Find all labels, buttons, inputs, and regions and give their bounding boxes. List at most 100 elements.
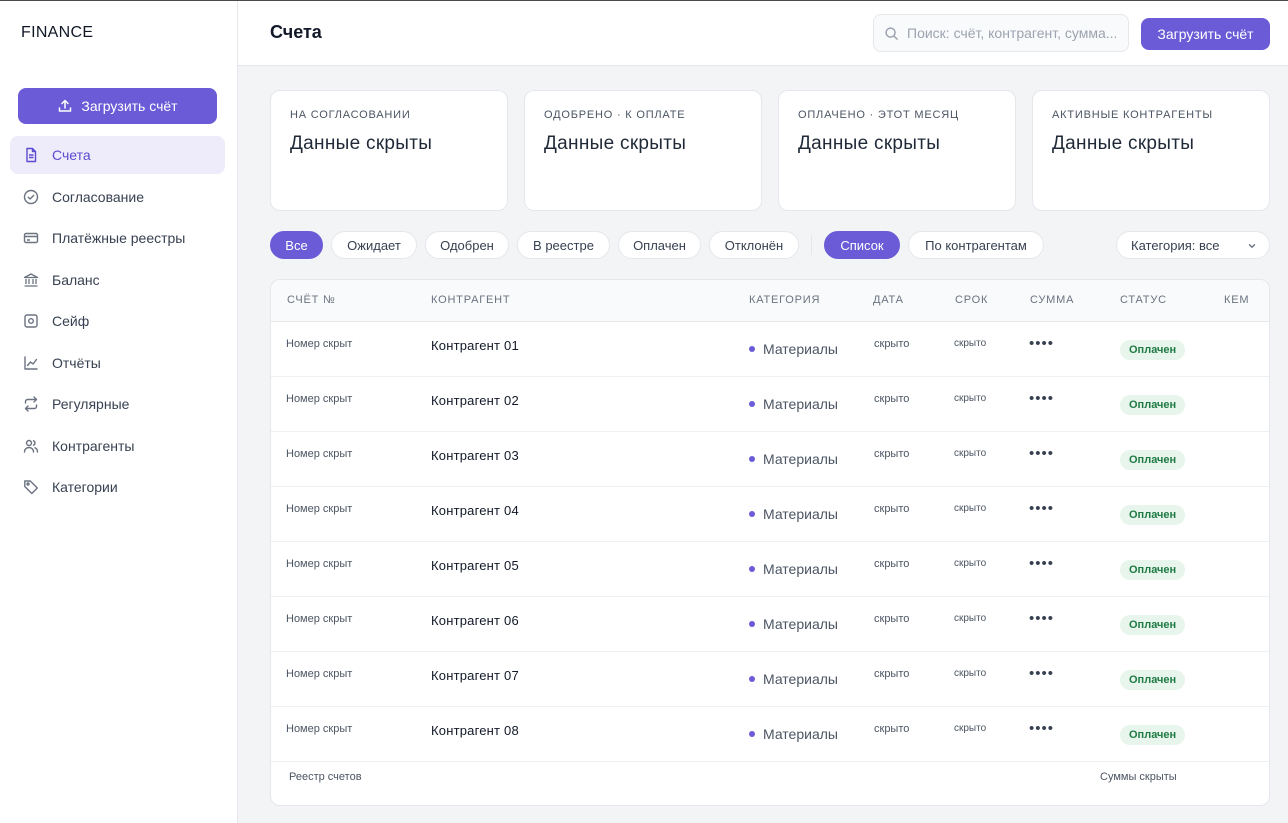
invoice-sum: •••• [1029,720,1055,737]
status-badge: Оплачен [1120,340,1186,360]
sidebar-item-recurring[interactable]: Регулярные [10,385,225,423]
header-upload-button[interactable]: Загрузить счёт [1141,18,1270,50]
invoice-sum: •••• [1029,335,1055,352]
brand-logo: FINANCE [21,24,94,41]
table-row[interactable]: Номер скрыт Контрагент 02 Материалы скрыто с… [271,377,1269,432]
sidebar-item-label: Согласование [52,188,144,205]
status-badge: Оплачен [1120,560,1186,580]
table-row[interactable]: Номер скрыт Контрагент 04 Материалы скрыто с… [271,487,1269,542]
category-cell: Материалы [749,341,838,357]
category-select[interactable]: Категория: все [1116,231,1270,259]
column-header-category[interactable]: КАТЕГОРИЯ [749,294,820,306]
sidebar-item-label: Сейф [52,313,90,329]
sidebar-item-reports[interactable]: Отчёты [10,344,225,382]
status-badge: Оплачен [1120,725,1186,745]
status-badge: Оплачен [1120,615,1186,635]
filter-chip-approved[interactable]: Одобрен [425,231,509,259]
stat-card-approved: ОДОБРЕНО · К ОПЛАТЕ Данные скрыты [524,90,762,211]
invoice-number: Номер скрыт [286,448,353,460]
invoice-sum: •••• [1029,665,1055,682]
upload-icon [59,99,72,112]
category-dot [749,511,755,517]
table-footer-caption: Реестр счетов [289,771,362,783]
sidebar-item-contractors[interactable]: Контрагенты [10,427,225,465]
stat-value: Данные скрыты [1052,133,1195,154]
contractor-name: Контрагент 02 [431,393,519,408]
invoice-sum: •••• [1029,500,1055,517]
sidebar-item-invoices[interactable]: Счета [10,136,225,174]
sidebar: FINANCE Загрузить счёт Счета Согласовани… [0,1,238,823]
column-header-sum[interactable]: СУММА [1030,294,1074,306]
contractor-name: Контрагент 05 [431,558,519,573]
column-header-date[interactable]: ДАТА [873,294,904,306]
invoice-number: Номер скрыт [286,393,353,405]
category-dot [749,676,755,682]
sidebar-item-approval[interactable]: Согласование [10,178,225,216]
invoice-sum: •••• [1029,445,1055,462]
sidebar-item-label: Счета [52,147,91,163]
table-row[interactable]: Номер скрыт Контрагент 01 Материалы скрыто с… [271,322,1269,377]
stat-label: ОПЛАЧЕНО · ЭТОТ МЕСЯЦ [798,109,959,121]
stat-card-pending: НА СОГЛАСОВАНИИ Данные скрыты [270,90,508,211]
column-header-by[interactable]: КЕМ [1224,294,1249,306]
repeat-icon [24,396,38,412]
column-header-contractor[interactable]: КОНТРАГЕНТ [431,294,510,306]
status-badge: Оплачен [1120,450,1186,470]
invoice-date: скрыто [874,668,910,680]
check-circle-icon [23,189,39,204]
invoice-sum: •••• [1029,610,1055,627]
filter-chip-paid[interactable]: Оплачен [618,231,701,259]
contractor-name: Контрагент 03 [431,448,519,463]
invoice-number: Номер скрыт [286,723,353,735]
contractor-name: Контрагент 08 [431,723,519,738]
sidebar-item-label: Баланс [52,271,100,288]
filter-chip-rejected[interactable]: Отклонён [709,231,799,259]
table-header: СЧЁТ № КОНТРАГЕНТ КАТЕГОРИЯ ДАТА СРОК СУ… [271,280,1269,322]
view-chip-by-contractor[interactable]: По контрагентам [908,231,1044,259]
sidebar-item-label: Платёжные реестры [52,230,186,246]
chart-icon [24,355,38,370]
invoice-number: Номер скрыт [286,338,353,350]
sidebar-item-categories[interactable]: Категории [10,468,225,506]
table-row[interactable]: Номер скрыт Контрагент 06 Материалы скрыто с… [271,597,1269,652]
invoice-due: скрыто [954,613,987,624]
filter-chip-pending[interactable]: Ожидает [331,231,417,259]
sidebar-item-safe[interactable]: Сейф [10,302,225,340]
search-input[interactable] [907,25,1127,41]
sidebar-item-label: Отчёты [52,354,101,371]
sidebar-item-balance[interactable]: Баланс [10,261,225,299]
stat-card-paid-month: ОПЛАЧЕНО · ЭТОТ МЕСЯЦ Данные скрыты [778,90,1016,211]
filter-chip-all[interactable]: Все [270,231,323,259]
table-row[interactable]: Номер скрыт Контрагент 08 Материалы скрыто с… [271,707,1269,762]
search-box[interactable] [873,14,1129,52]
category-dot [749,456,755,462]
filter-chip-in-register[interactable]: В реестре [517,231,610,259]
tag-icon [24,480,38,495]
invoice-sum: •••• [1029,390,1055,407]
column-header-due[interactable]: СРОК [955,294,988,306]
invoice-number: Номер скрыт [286,668,353,680]
column-header-number[interactable]: СЧЁТ № [287,294,336,306]
category-cell: Материалы [749,726,838,742]
sidebar-upload-button[interactable]: Загрузить счёт [18,88,217,124]
view-chip-list[interactable]: Список [824,231,900,259]
invoice-date: скрыто [874,393,910,405]
contractor-name: Контрагент 01 [431,338,519,353]
contractor-name: Контрагент 07 [431,668,519,683]
category-cell: Материалы [749,451,838,467]
sidebar-item-label: Категории [52,479,118,495]
invoice-due: скрыто [954,668,987,679]
stat-card-active-contractors: АКТИВНЫЕ КОНТРАГЕНТЫ Данные скрыты [1032,90,1270,211]
category-label: Материалы [763,616,838,632]
sidebar-item-payment-registers[interactable]: Платёжные реестры [10,219,225,257]
category-label: Материалы [763,671,838,687]
table-row[interactable]: Номер скрыт Контрагент 05 Материалы скрыто с… [271,542,1269,597]
stat-label: ОДОБРЕНО · К ОПЛАТЕ [544,109,686,121]
chevron-down-icon [1248,244,1256,248]
column-header-status[interactable]: СТАТУС [1120,294,1167,306]
table-row[interactable]: Номер скрыт Контрагент 03 Материалы скрыто с… [271,432,1269,487]
category-cell: Материалы [749,616,838,632]
stat-value: Данные скрыты [798,133,941,154]
invoice-due: скрыто [954,338,987,349]
table-row[interactable]: Номер скрыт Контрагент 07 Материалы скрыто с… [271,652,1269,707]
